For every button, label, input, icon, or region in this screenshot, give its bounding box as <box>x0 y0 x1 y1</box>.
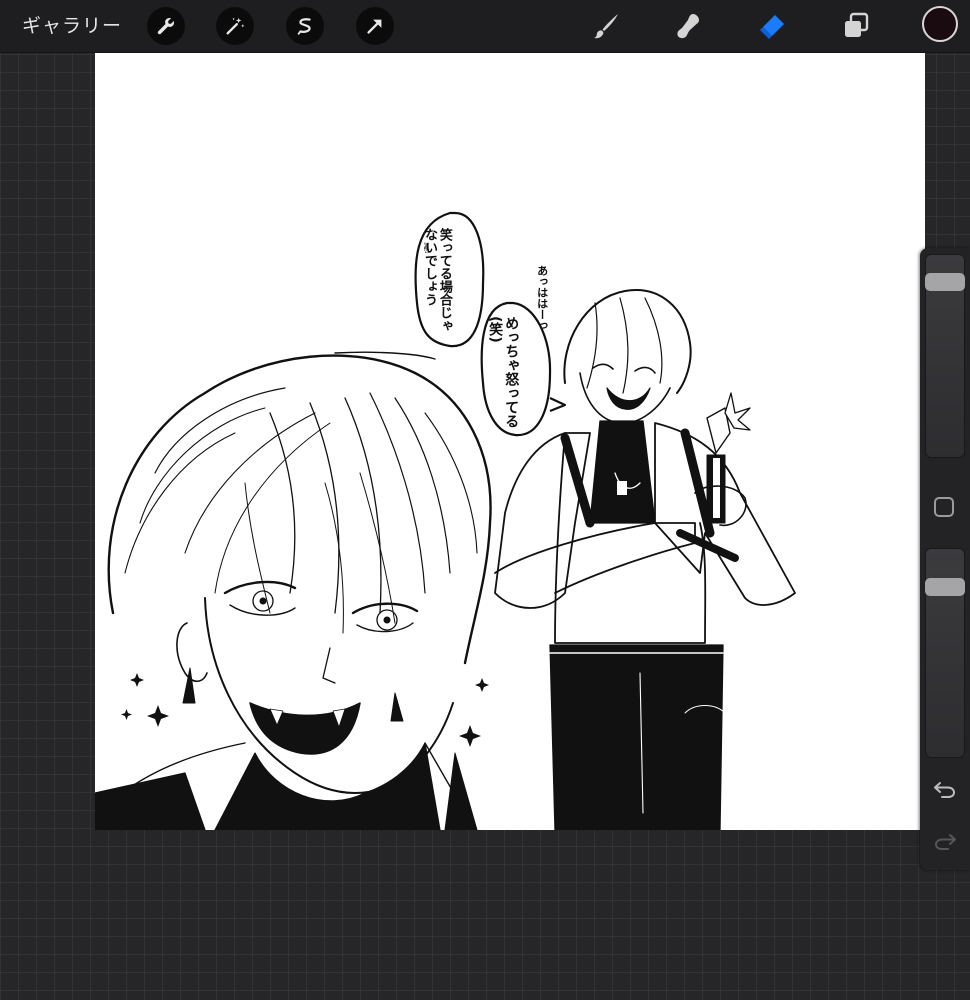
eraser-tool-button[interactable] <box>754 8 790 44</box>
redo-button[interactable] <box>932 830 958 852</box>
artwork-illustration <box>95 211 796 830</box>
modify-button[interactable] <box>934 497 954 517</box>
brush-tool-button[interactable] <box>588 8 624 44</box>
smudge-icon <box>677 14 699 39</box>
color-picker-swatch[interactable] <box>922 6 958 42</box>
closeup-character-drawing <box>95 351 492 830</box>
speech-bubble-right-text: めっちゃ怒ってる(笑) <box>487 316 520 428</box>
smudge-tool-button[interactable] <box>670 8 706 44</box>
brush-size-thumb[interactable] <box>925 273 965 291</box>
brush-sidebar <box>920 248 970 870</box>
laugh-sound-text: あっははーっ <box>535 265 549 331</box>
drawing-canvas[interactable]: 笑ってる場合じゃないでしょう ✌ めっちゃ怒ってる(笑) あっははーっ <box>95 53 925 830</box>
top-toolbar: ギャラリー <box>0 0 970 53</box>
layers-button[interactable] <box>838 8 874 44</box>
procreate-app: ギャラリー 笑ってる場合じゃないでしょう ✌ めっちゃ怒ってる(笑) あっははー… <box>0 0 970 1000</box>
peace-sign-mark: ✌ <box>421 241 433 257</box>
opacity-slider[interactable] <box>925 548 965 758</box>
wrench-icon <box>157 17 175 35</box>
actions-button[interactable] <box>147 7 185 45</box>
layers-icon <box>845 12 869 37</box>
gallery-button[interactable]: ギャラリー <box>22 12 122 40</box>
undo-icon <box>934 782 956 798</box>
selection-icon <box>297 18 311 35</box>
adjustments-button[interactable] <box>216 7 254 45</box>
transform-button[interactable] <box>356 7 394 45</box>
undo-button[interactable] <box>932 778 958 800</box>
eraser-icon <box>759 15 784 40</box>
redo-icon <box>934 834 956 850</box>
opacity-thumb[interactable] <box>925 578 965 596</box>
brush-icon <box>594 14 618 39</box>
magic-wand-icon <box>226 17 245 35</box>
selection-button[interactable] <box>286 7 324 45</box>
brush-size-slider[interactable] <box>925 254 965 458</box>
transform-arrow-icon <box>367 19 382 34</box>
